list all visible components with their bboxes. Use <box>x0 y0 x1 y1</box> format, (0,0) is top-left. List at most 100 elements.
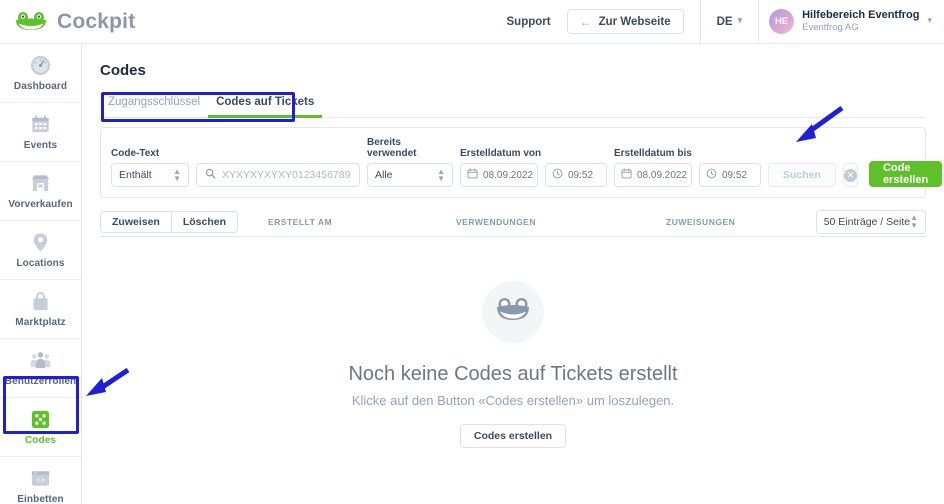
sidebar-item-codes[interactable]: Codes <box>0 398 81 457</box>
sidebar-item-locations[interactable]: Locations <box>0 221 81 280</box>
assign-button[interactable]: Zuweisen <box>100 211 172 233</box>
bulk-action-group: Zuweisen Löschen <box>100 211 238 233</box>
empty-state-subtitle: Klicke auf den Button «Codes erstellen» … <box>352 393 674 408</box>
empty-state-icon-wrap <box>482 281 544 343</box>
sidebar-item-label: Locations <box>16 258 64 269</box>
empty-state: Noch keine Codes auf Tickets erstellt Kl… <box>82 281 944 448</box>
already-used-select[interactable]: Alle ▲▼ <box>367 163 453 187</box>
spinner-icon: ▲▼ <box>173 168 181 182</box>
user-info: Hilfebereich Eventfrog Eventfrog AG <box>802 9 919 35</box>
code-text-operator-value: Enthält <box>119 169 152 181</box>
language-selector[interactable]: DE ▾ <box>701 0 759 44</box>
empty-state-create-button[interactable]: Codes erstellen <box>460 424 566 448</box>
column-header-verwendungen: VERWENDUNGEN <box>456 217 536 227</box>
sidebar-item-label: Dashboard <box>14 81 67 92</box>
sidebar-item-einbetten[interactable]: <> Einbetten <box>0 457 81 504</box>
search-button[interactable]: Suchen <box>768 163 836 187</box>
sidebar-item-benutzerrollen[interactable]: Benutzerrollen <box>0 339 81 398</box>
created-from-date-value: 08.09.2022 <box>483 170 533 181</box>
calendar-icon <box>621 168 632 182</box>
main-content: Codes Zugangsschlüssel Codes auf Tickets… <box>82 44 944 504</box>
created-to-time-value: 09:52 <box>722 170 747 181</box>
sidebar-item-label: Vorverkaufen <box>8 199 72 210</box>
per-page-value: 50 Einträge / Seite <box>824 216 910 228</box>
calendar-icon <box>29 113 52 136</box>
empty-state-title: Noch keine Codes auf Tickets erstellt <box>348 363 677 386</box>
go-to-website-button[interactable]: ← Zur Webseite <box>567 9 684 34</box>
filter-label: Code-Text <box>111 148 360 159</box>
created-to-controls: 08.09.2022 09:52 <box>614 163 761 187</box>
column-header-zuweisungen: ZUWEISUNGEN <box>666 217 735 227</box>
clear-circle-icon: ✕ <box>844 169 857 182</box>
brand-title: Cockpit <box>57 10 135 34</box>
created-from-controls: 08.09.2022 09:52 <box>460 163 607 187</box>
code-text-search-field[interactable] <box>196 163 360 187</box>
sidebar-item-label: Events <box>24 140 57 151</box>
bag-icon <box>29 290 52 313</box>
created-from-time-input[interactable]: 09:52 <box>545 163 607 187</box>
go-to-website-label: Zur Webseite <box>599 16 671 28</box>
filter-created-to: Erstelldatum bis 08.09.2022 <box>614 148 761 187</box>
created-to-date-input[interactable]: 08.09.2022 <box>614 163 692 187</box>
language-label: DE <box>717 16 733 28</box>
tab-bar: Zugangsschlüssel Codes auf Tickets <box>100 89 926 118</box>
filter-code-text: Code-Text Enthält ▲▼ <box>111 148 360 187</box>
created-from-time-value: 09:52 <box>568 170 593 181</box>
sidebar-item-events[interactable]: Events <box>0 103 81 162</box>
embed-code-icon: <> <box>29 467 52 490</box>
header-right: Support ← Zur Webseite DE ▾ HE Hilfebere… <box>491 0 944 44</box>
filter-label: Erstelldatum von <box>460 148 607 159</box>
calendar-icon <box>467 168 478 182</box>
sidebar-item-label: Einbetten <box>17 494 63 504</box>
clear-filters-button[interactable]: ✕ <box>843 163 858 187</box>
frog-face-icon <box>495 296 531 329</box>
spinner-icon: ▲▼ <box>437 168 445 182</box>
chevron-down-icon: ▾ <box>738 15 743 26</box>
search-icon <box>205 166 216 184</box>
filter-created-from: Erstelldatum von 08.09.2022 <box>460 148 607 187</box>
created-to-time-input[interactable]: 09:52 <box>699 163 761 187</box>
sidebar-item-label: Benutzerrollen <box>5 376 76 387</box>
already-used-value: Alle <box>375 169 393 181</box>
map-pin-icon <box>29 231 52 254</box>
arrow-left-icon: ← <box>580 16 592 28</box>
create-code-button[interactable]: Code erstellen <box>869 161 942 187</box>
page-title: Codes <box>82 44 944 89</box>
column-header-erstellt-am: ERSTELLT AM <box>268 217 332 227</box>
search-input[interactable] <box>222 169 351 181</box>
spinner-icon: ▲▼ <box>910 214 918 228</box>
frog-logo-icon <box>14 11 48 33</box>
sidebar-item-vorverkaufen[interactable]: Vorverkaufen <box>0 162 81 221</box>
users-icon <box>29 349 52 372</box>
filter-already-used: Bereits verwendet Alle ▲▼ <box>367 137 453 187</box>
per-page-select[interactable]: 50 Einträge / Seite ▲▼ <box>816 210 926 234</box>
brand[interactable]: Cockpit <box>0 10 135 34</box>
user-menu[interactable]: HE Hilfebereich Eventfrog Eventfrog AG ▾ <box>759 0 944 44</box>
avatar: HE <box>769 9 794 34</box>
filter-label: Erstelldatum bis <box>614 148 761 159</box>
clock-icon <box>552 168 563 182</box>
delete-button[interactable]: Löschen <box>172 211 238 233</box>
tab-codes-auf-tickets[interactable]: Codes auf Tickets <box>208 96 322 118</box>
table-toolbar: Zuweisen Löschen ERSTELLT AM VERWENDUNGE… <box>100 207 926 237</box>
sidebar-item-dashboard[interactable]: Dashboard <box>0 44 81 103</box>
shop-icon <box>29 172 52 195</box>
chevron-down-icon: ▾ <box>927 15 932 26</box>
tab-zugangsschluessel[interactable]: Zugangsschlüssel <box>100 96 208 118</box>
user-organisation: Eventfrog AG <box>802 22 919 34</box>
user-name: Hilfebereich Eventfrog <box>802 9 919 23</box>
filter-bar: Code-Text Enthält ▲▼ <box>100 127 926 198</box>
created-from-date-input[interactable]: 08.09.2022 <box>460 163 538 187</box>
gauge-icon <box>29 54 52 77</box>
top-header: Cockpit Support ← Zur Webseite DE ▾ HE H… <box>0 0 944 44</box>
svg-text:<>: <> <box>36 477 46 485</box>
code-text-operator-select[interactable]: Enthält ▲▼ <box>111 163 189 187</box>
support-link[interactable]: Support <box>491 16 567 28</box>
filter-label: Bereits verwendet <box>367 137 453 159</box>
app-root: Cockpit Support ← Zur Webseite DE ▾ HE H… <box>0 0 944 504</box>
sidebar-item-label: Marktplatz <box>15 317 65 328</box>
created-to-date-value: 08.09.2022 <box>637 170 687 181</box>
tab-label: Zugangsschlüssel <box>108 96 200 108</box>
sidebar-item-marktplatz[interactable]: Marktplatz <box>0 280 81 339</box>
tab-label: Codes auf Tickets <box>216 96 314 108</box>
